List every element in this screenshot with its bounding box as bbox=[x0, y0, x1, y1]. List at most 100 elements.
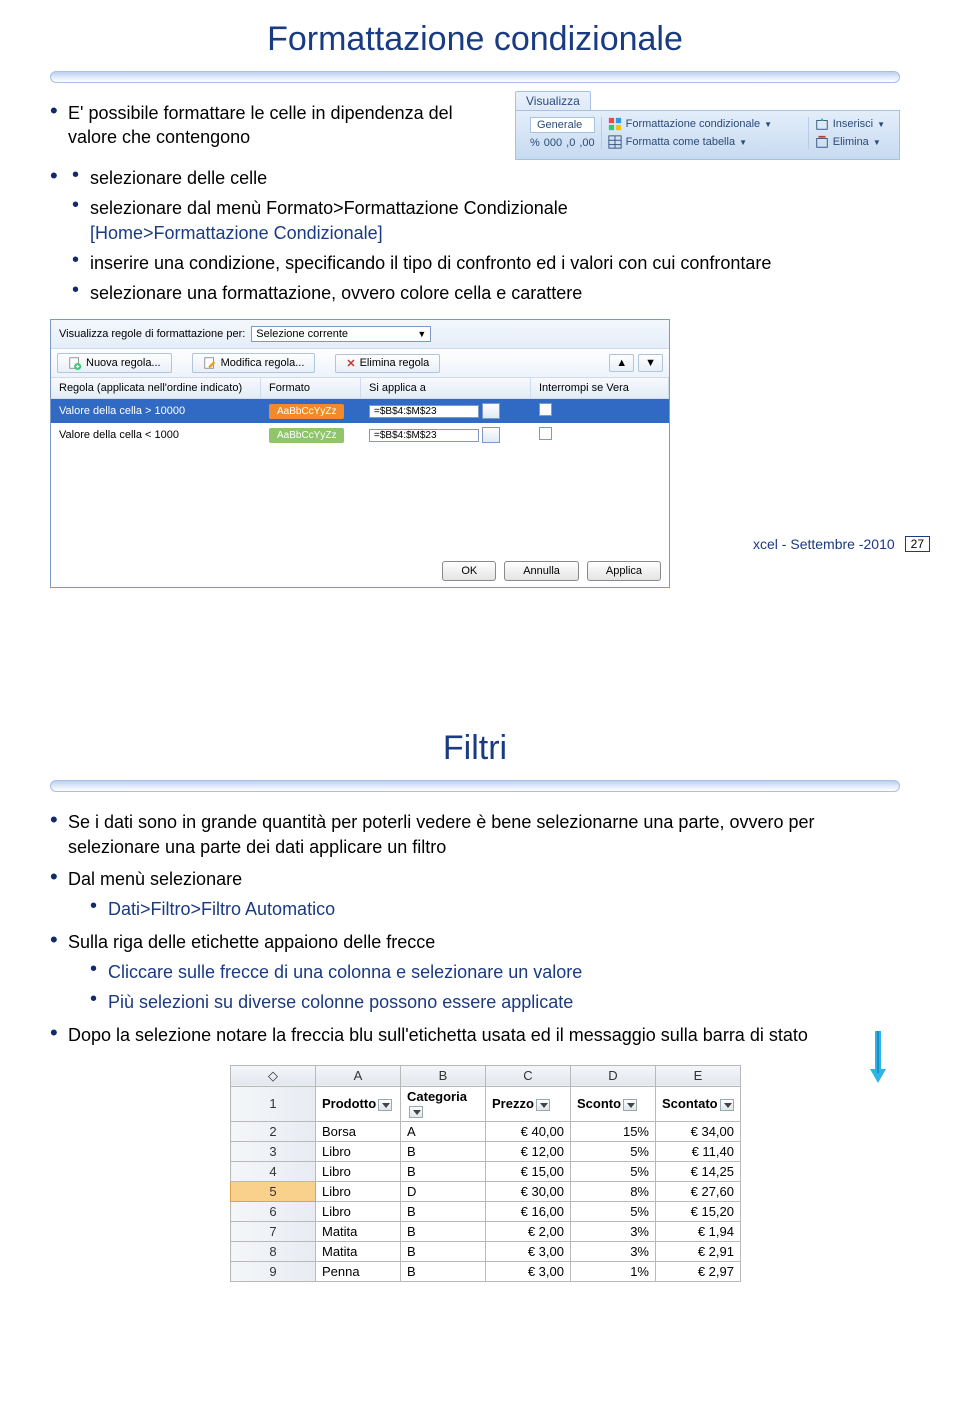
col-d[interactable]: D bbox=[571, 1065, 656, 1086]
cell[interactable]: € 3,00 bbox=[486, 1241, 571, 1261]
apply-button[interactable]: Applica bbox=[587, 561, 661, 581]
filter-arrow-icon[interactable] bbox=[536, 1099, 550, 1111]
range-picker-icon[interactable] bbox=[482, 427, 500, 443]
col-c[interactable]: C bbox=[486, 1065, 571, 1086]
table-row: 5 Libro D € 30,00 8% € 27,60 bbox=[231, 1181, 741, 1201]
edit-rule-label: Modifica regola... bbox=[221, 357, 305, 369]
cell[interactable]: € 27,60 bbox=[656, 1181, 741, 1201]
cell[interactable]: € 30,00 bbox=[486, 1181, 571, 1201]
cell[interactable]: € 12,00 bbox=[486, 1141, 571, 1161]
cell[interactable]: 5% bbox=[571, 1161, 656, 1181]
rules-scope-select[interactable]: Selezione corrente ▼ bbox=[251, 326, 431, 342]
filter-arrow-icon[interactable] bbox=[409, 1106, 423, 1118]
bullet-insert-condition: inserire una condizione, specificando il… bbox=[72, 251, 900, 275]
rule2-label: Valore della cella < 1000 bbox=[51, 425, 261, 445]
cell[interactable]: € 2,97 bbox=[656, 1261, 741, 1281]
rownum[interactable]: 2 bbox=[231, 1121, 316, 1141]
table-row: 3 Libro B € 12,00 5% € 11,40 bbox=[231, 1141, 741, 1161]
cell[interactable]: Penna bbox=[316, 1261, 401, 1281]
cell[interactable]: 8% bbox=[571, 1181, 656, 1201]
cell[interactable]: € 16,00 bbox=[486, 1201, 571, 1221]
cell[interactable]: Matita bbox=[316, 1241, 401, 1261]
filter-arrow-icon[interactable] bbox=[720, 1099, 734, 1111]
cell[interactable]: 5% bbox=[571, 1201, 656, 1221]
col-e[interactable]: E bbox=[656, 1065, 741, 1086]
header-scontato: Scontato bbox=[656, 1086, 741, 1121]
header-sconto: Sconto bbox=[571, 1086, 656, 1121]
cell[interactable]: 5% bbox=[571, 1141, 656, 1161]
cell[interactable]: € 1,94 bbox=[656, 1221, 741, 1241]
cell[interactable]: Libro bbox=[316, 1181, 401, 1201]
rule1-stop-checkbox[interactable] bbox=[539, 403, 552, 416]
rownum[interactable]: 4 bbox=[231, 1161, 316, 1181]
rownum-selected[interactable]: 5 bbox=[231, 1181, 316, 1201]
rule-row-1[interactable]: Valore della cella > 10000 AaBbCcYyZz =$… bbox=[51, 399, 669, 423]
cell[interactable]: B bbox=[401, 1161, 486, 1181]
col-b[interactable]: B bbox=[401, 1065, 486, 1086]
cell[interactable]: B bbox=[401, 1141, 486, 1161]
cell[interactable]: 15% bbox=[571, 1121, 656, 1141]
cell[interactable]: € 3,00 bbox=[486, 1261, 571, 1281]
cell[interactable]: € 2,91 bbox=[656, 1241, 741, 1261]
cell[interactable]: € 34,00 bbox=[656, 1121, 741, 1141]
page-title-2: Filtri bbox=[50, 729, 900, 768]
slide-footer: xcel - Settembre -2010 27 bbox=[753, 536, 930, 552]
cell[interactable]: B bbox=[401, 1241, 486, 1261]
delete-x-icon: ✕ bbox=[346, 357, 355, 370]
delete-rule-label: Elimina regola bbox=[360, 357, 430, 369]
move-down-button[interactable]: ▼ bbox=[638, 354, 663, 372]
rule-row-2[interactable]: Valore della cella < 1000 AaBbCcYyZz =$B… bbox=[51, 423, 669, 447]
rownum[interactable]: 9 bbox=[231, 1261, 316, 1281]
cell[interactable]: 3% bbox=[571, 1241, 656, 1261]
rules-scope-value: Selezione corrente bbox=[256, 328, 348, 340]
cell[interactable]: B bbox=[401, 1221, 486, 1241]
footer-text: xcel - Settembre -2010 bbox=[753, 536, 895, 552]
cell[interactable]: Libro bbox=[316, 1161, 401, 1181]
range-picker-icon[interactable] bbox=[482, 403, 500, 419]
arrow-up-icon: ▲ bbox=[616, 357, 627, 369]
rownum[interactable]: 3 bbox=[231, 1141, 316, 1161]
rownum[interactable]: 7 bbox=[231, 1221, 316, 1241]
filter-arrow-icon[interactable] bbox=[623, 1099, 637, 1111]
cell[interactable]: D bbox=[401, 1181, 486, 1201]
cell[interactable]: € 40,00 bbox=[486, 1121, 571, 1141]
cell[interactable]: Borsa bbox=[316, 1121, 401, 1141]
rules-for-label: Visualizza regole di formattazione per: bbox=[59, 328, 245, 340]
cell[interactable]: A bbox=[401, 1121, 486, 1141]
cell[interactable]: Matita bbox=[316, 1221, 401, 1241]
table-row: 4 Libro B € 15,00 5% € 14,25 bbox=[231, 1161, 741, 1181]
rule2-stop-checkbox[interactable] bbox=[539, 427, 552, 440]
cell[interactable]: € 2,00 bbox=[486, 1221, 571, 1241]
rule2-range-input[interactable]: =$B$4:$M$23 bbox=[369, 429, 479, 442]
select-all-corner[interactable]: ◇ bbox=[231, 1065, 316, 1086]
edit-rule-icon bbox=[203, 356, 217, 370]
cell[interactable]: € 15,00 bbox=[486, 1161, 571, 1181]
cell[interactable]: 1% bbox=[571, 1261, 656, 1281]
cell[interactable]: Libro bbox=[316, 1141, 401, 1161]
cell[interactable]: B bbox=[401, 1261, 486, 1281]
cell[interactable]: € 11,40 bbox=[656, 1141, 741, 1161]
rownum[interactable]: 8 bbox=[231, 1241, 316, 1261]
ok-button[interactable]: OK bbox=[442, 561, 496, 581]
cell[interactable]: 3% bbox=[571, 1221, 656, 1241]
divider bbox=[50, 71, 900, 83]
col-rule: Regola (applicata nell'ordine indicato) bbox=[51, 378, 261, 398]
header-prodotto: Prodotto bbox=[316, 1086, 401, 1121]
rownum[interactable]: 6 bbox=[231, 1201, 316, 1221]
new-rule-button[interactable]: Nuova regola... bbox=[57, 353, 172, 373]
cell[interactable]: € 14,25 bbox=[656, 1161, 741, 1181]
rownum[interactable]: 1 bbox=[231, 1086, 316, 1121]
cell[interactable]: B bbox=[401, 1201, 486, 1221]
edit-rule-button[interactable]: Modifica regola... bbox=[192, 353, 316, 373]
delete-rule-button[interactable]: ✕ Elimina regola bbox=[335, 354, 440, 373]
bullet-filter-intro: Se i dati sono in grande quantità per po… bbox=[50, 810, 900, 859]
cancel-button[interactable]: Annulla bbox=[504, 561, 579, 581]
filter-arrow-icon[interactable] bbox=[378, 1099, 392, 1111]
header-prezzo: Prezzo bbox=[486, 1086, 571, 1121]
rule1-range-input[interactable]: =$B$4:$M$23 bbox=[369, 405, 479, 418]
cell[interactable]: € 15,20 bbox=[656, 1201, 741, 1221]
chevron-down-icon: ▼ bbox=[417, 329, 426, 339]
col-a[interactable]: A bbox=[316, 1065, 401, 1086]
cell[interactable]: Libro bbox=[316, 1201, 401, 1221]
move-up-button[interactable]: ▲ bbox=[609, 354, 634, 372]
